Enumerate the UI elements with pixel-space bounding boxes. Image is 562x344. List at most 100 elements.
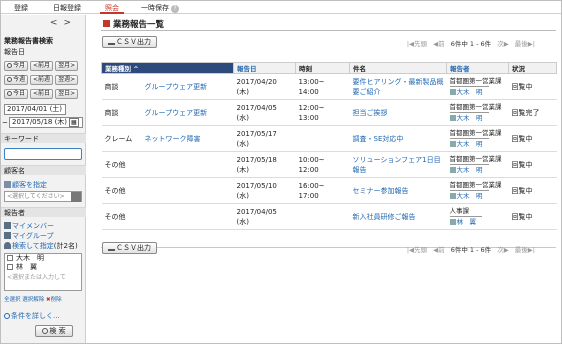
clear-icon[interactable]	[71, 192, 81, 202]
keyword-input[interactable]	[4, 148, 82, 160]
client-select[interactable]: <選択してください>	[4, 191, 82, 202]
clear-select-link[interactable]: 選択解除	[22, 297, 44, 303]
prev-week-label: 前週	[38, 76, 51, 83]
reporter-person[interactable]: 大木 明	[449, 138, 489, 149]
prev-month-label: 前月	[38, 62, 51, 69]
tab-register[interactable]: 登録	[9, 3, 33, 14]
member-list[interactable]: 大木 明 林 翼 <選択または入力して	[4, 253, 82, 291]
today-button[interactable]: 今日	[4, 89, 29, 99]
next-page-link[interactable]: 次▶	[497, 244, 509, 254]
prev-day-button[interactable]: <前日	[30, 89, 54, 99]
subject-link[interactable]: ソリューションフェア1日目報告	[353, 155, 444, 175]
this-month-button[interactable]: 今月	[4, 61, 29, 71]
delete-link[interactable]: 削除	[51, 297, 62, 303]
member-checkbox[interactable]	[7, 264, 13, 270]
reporter-name: 大木 明	[456, 166, 483, 174]
last-page-link[interactable]: 最後▶|	[515, 38, 535, 48]
subject-link-cont[interactable]: 要ご紹介	[353, 87, 444, 97]
csv-label: ＣＳＶ出力	[116, 244, 151, 252]
reporter-person[interactable]: 大木 明	[449, 164, 489, 175]
my-group-link[interactable]: マイグループ	[12, 232, 53, 240]
client-link[interactable]: グループウェア更新	[145, 109, 208, 117]
col-report-date[interactable]: 報告日	[233, 62, 296, 74]
date-to-value: 2017/05/18 (木)	[12, 118, 68, 126]
reporter-person[interactable]: 大木 明	[449, 112, 489, 123]
client-specify-link[interactable]: 顧客を指定	[12, 181, 47, 189]
day-buttons: 今日 <前日 翌日>	[4, 89, 79, 99]
next-month-label: 翌月	[58, 62, 71, 69]
tab-inquiry[interactable]: 照会	[100, 3, 124, 14]
subject-link[interactable]: 担当ご挨拶	[353, 108, 444, 118]
search-button[interactable]: 検 索	[35, 325, 73, 337]
cell-time	[295, 125, 350, 152]
table-row[interactable]: 商談 グループウェア更新 2017/04/20 (木) 13:00~ 14:00 要件ヒアリ…	[101, 73, 557, 100]
search-specify-link[interactable]: 検索して指定	[12, 242, 54, 250]
search-icon	[7, 77, 12, 82]
cell-reporter: 首都圏第一営業課 大木 明	[446, 177, 509, 204]
chevron-right-icon[interactable]: >	[63, 18, 77, 28]
date-to-field[interactable]: 2017/05/18 (木) ▦	[9, 117, 83, 128]
chevron-left-icon[interactable]: <	[50, 18, 64, 28]
prev-page-link[interactable]: ◀前	[433, 244, 445, 254]
detail-row: 条件を詳しく...	[4, 311, 60, 321]
member-item[interactable]: 大木 明	[5, 254, 81, 263]
table-row[interactable]: 商談 グループウェア更新 2017/04/05 (水) 12:00~ 13:00 担当ご挨拶…	[101, 99, 557, 126]
download-icon	[108, 38, 115, 45]
prev-week-button[interactable]: <前週	[30, 75, 54, 85]
last-page-label: 最後	[514, 246, 528, 254]
csv-export-button-bottom[interactable]: ＣＳＶ出力	[102, 242, 157, 254]
member-placeholder: <選択または入力して	[7, 274, 66, 281]
select-all-link[interactable]: 全選択	[4, 297, 21, 303]
member-item[interactable]: 林 翼	[5, 263, 81, 272]
first-page-link[interactable]: |◀先頭	[407, 244, 427, 254]
prev-page-link[interactable]: ◀前	[433, 38, 445, 48]
subject-link[interactable]: 要件ヒアリング・最新製品概	[353, 77, 444, 87]
member-checkbox[interactable]	[7, 255, 13, 261]
col-business-type[interactable]: 業務種別 ^	[101, 62, 234, 74]
prev-month-button[interactable]: <前月	[30, 61, 54, 71]
col-reporter[interactable]: 報告者	[446, 62, 509, 74]
calendar-icon[interactable]: ▦	[69, 118, 79, 127]
reporter-person[interactable]: 大木 明	[449, 86, 489, 97]
reporter-person[interactable]: 林 翼	[449, 216, 482, 227]
detail-condition-link[interactable]: 条件を詳しく...	[11, 312, 60, 320]
next-page-link[interactable]: 次▶	[497, 38, 509, 48]
cell-time: 13:00~ 14:00	[295, 73, 350, 100]
client-link[interactable]: グループウェア更新	[145, 83, 208, 91]
client-link[interactable]: ネットワーク障害	[145, 135, 201, 143]
cell-subject: 担当ご挨拶	[349, 99, 447, 126]
table-row[interactable]: その他 2017/04/05 (水) 新入社員研修ご報告 人事課林 翼回覧中	[101, 203, 557, 230]
help-icon[interactable]: ?	[171, 5, 179, 13]
cell-subject: 調査・SE対応中	[349, 125, 447, 152]
last-page-label: 最後	[514, 40, 528, 48]
next-week-button[interactable]: 翌週>	[55, 75, 79, 85]
csv-export-button[interactable]: ＣＳＶ出力	[102, 36, 157, 48]
cell-subject: 新入社員研修ご報告	[349, 203, 447, 230]
first-page-link[interactable]: |◀先頭	[407, 38, 427, 48]
subject-link[interactable]: セミナー参加報告	[353, 186, 444, 196]
subject-link[interactable]: 新入社員研修ご報告	[353, 212, 444, 222]
cell-reporter: 人事課林 翼	[446, 203, 509, 230]
next-day-button[interactable]: 翌日>	[55, 89, 79, 99]
prev-page-label: 前	[438, 40, 445, 48]
last-page-link[interactable]: 最後▶|	[515, 244, 535, 254]
table-row[interactable]: クレーム ネットワーク障害 2017/05/17 (水) 調査・SE対応中 首都圏第一営業…	[101, 125, 557, 152]
reporter-person[interactable]: 大木 明	[449, 190, 489, 201]
cell-type: 商談 グループウェア更新	[101, 73, 234, 100]
tab-daily-register[interactable]: 日報登録	[47, 3, 87, 14]
time-start: 12:00~	[298, 103, 325, 112]
subject-link[interactable]: 調査・SE対応中	[353, 134, 444, 144]
page-count: 6件中 1 - 6件	[450, 246, 492, 254]
table-header: 業務種別 ^ 報告日 時刻 件名 報告者 状況	[101, 62, 557, 74]
time-end: 12:00	[298, 165, 319, 174]
my-member-link[interactable]: マイメンバー	[12, 222, 54, 230]
next-month-button[interactable]: 翌月>	[55, 61, 79, 71]
table-row[interactable]: その他 2017/05/18 (木) 10:00~ 12:00 ソリューションフェア1日目…	[101, 151, 557, 178]
cell-subject: セミナー参加報告	[349, 177, 447, 204]
this-week-button[interactable]: 今週	[4, 75, 29, 85]
time-end: 17:00	[298, 191, 319, 200]
date-from-field[interactable]: 2017/04/01 (土)	[4, 104, 66, 115]
tab-temp-save[interactable]: 一時保存?	[133, 3, 187, 14]
table-row[interactable]: その他 2017/05/10 (水) 16:00~ 17:00 セミナー参加報告 首都圏第一…	[101, 177, 557, 204]
member-name: 林 翼	[16, 263, 37, 271]
